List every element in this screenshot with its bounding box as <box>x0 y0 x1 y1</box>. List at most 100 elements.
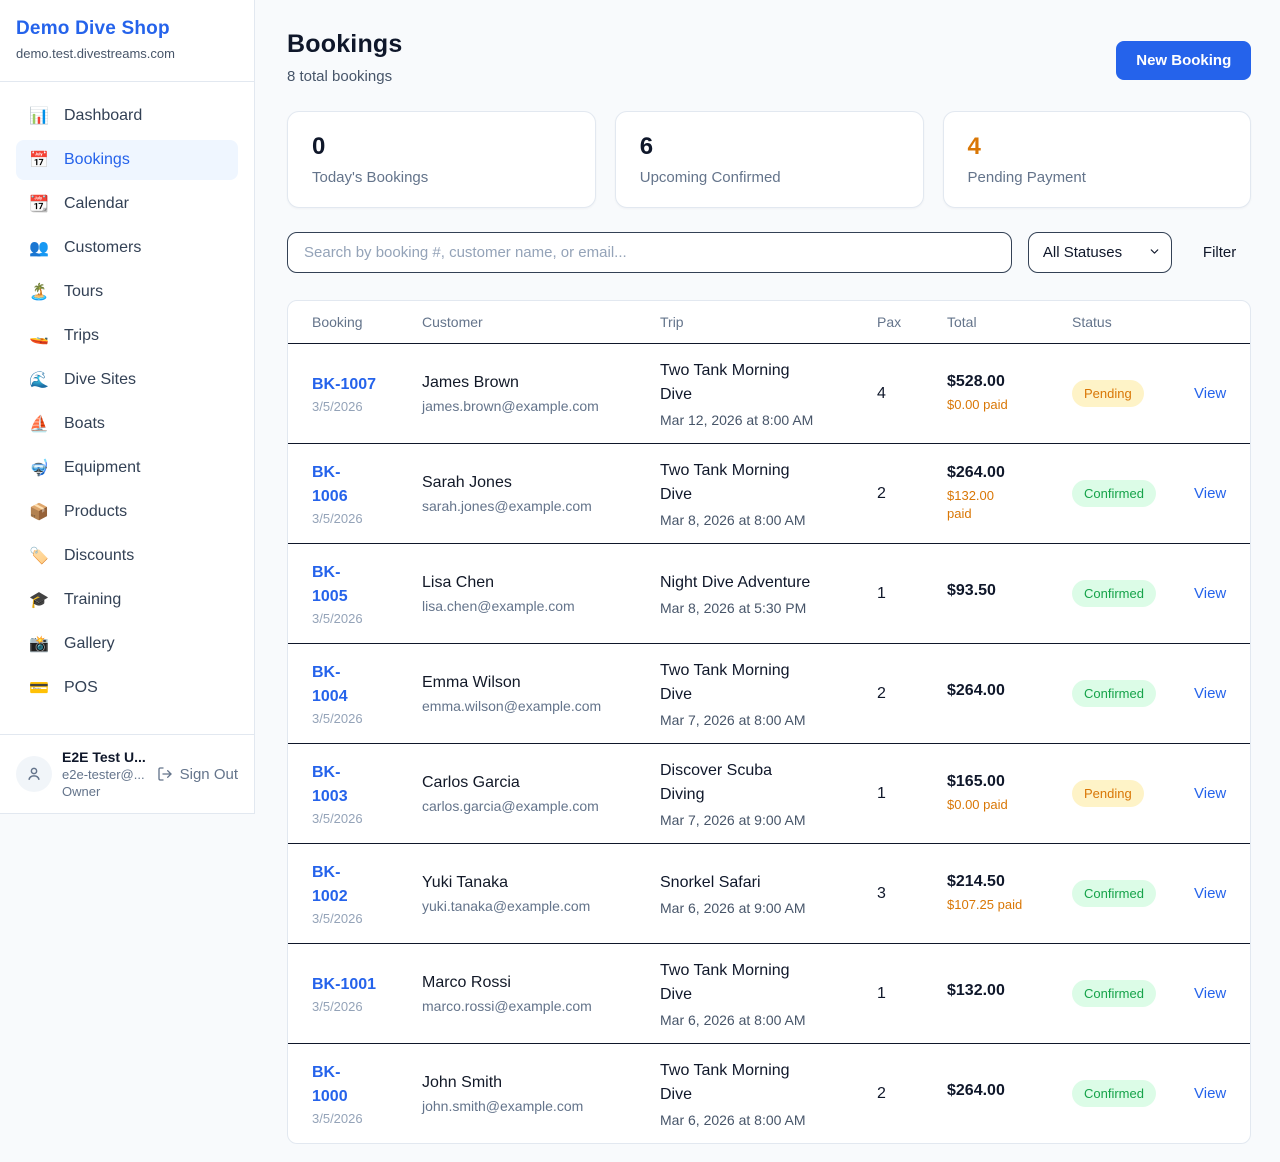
status-badge: Confirmed <box>1072 880 1156 907</box>
trip-name: Two Tank MorningDive <box>660 459 877 507</box>
search-input[interactable] <box>287 232 1012 273</box>
bar-chart-icon: 📊 <box>28 106 50 126</box>
filter-button[interactable]: Filter <box>1188 244 1251 261</box>
customer-email: james.brown@example.com <box>422 398 660 414</box>
trip-datetime: Mar 6, 2026 at 8:00 AM <box>660 1012 877 1028</box>
trip-name: Two Tank MorningDive <box>660 359 877 407</box>
sidebar-nav: 📊 Dashboard 📅 Bookings 📆 Calendar 👥 Cust… <box>0 82 254 722</box>
user-email: e2e-tester@... <box>62 767 147 782</box>
status-badge: Pending <box>1072 380 1144 407</box>
sidebar: Demo Dive Shop demo.test.divestreams.com… <box>0 0 255 814</box>
sidebar-user-section: E2E Test U... e2e-tester@... Owner Sign … <box>0 734 254 813</box>
booking-date: 3/5/2026 <box>312 811 422 826</box>
booking-date: 3/5/2026 <box>312 399 422 414</box>
booking-id-link[interactable]: BK-1002 <box>312 861 422 907</box>
sidebar-item-tours[interactable]: 🏝️ Tours <box>16 272 238 312</box>
sidebar-item-label: Dive Sites <box>64 371 136 389</box>
user-name: E2E Test U... <box>62 749 147 765</box>
trip-datetime: Mar 6, 2026 at 8:00 AM <box>660 1112 877 1128</box>
island-icon: 🏝️ <box>28 282 50 302</box>
trip-name: Discover ScubaDiving <box>660 759 877 807</box>
tag-icon: 🏷️ <box>28 546 50 566</box>
toolbar: All Statuses Filter <box>287 232 1251 273</box>
trip-datetime: Mar 7, 2026 at 9:00 AM <box>660 812 877 828</box>
pax-count: 1 <box>877 985 947 1003</box>
shop-domain: demo.test.divestreams.com <box>16 46 238 61</box>
customer-email: sarah.jones@example.com <box>422 498 660 514</box>
sidebar-header: Demo Dive Shop demo.test.divestreams.com <box>0 0 254 82</box>
trip-name: Night Dive Adventure <box>660 571 877 595</box>
status-filter-select[interactable]: All Statuses <box>1028 232 1172 273</box>
sidebar-item-gallery[interactable]: 📸 Gallery <box>16 624 238 664</box>
new-booking-button[interactable]: New Booking <box>1116 41 1251 80</box>
table-row: BK-1000 3/5/2026 John Smith john.smith@e… <box>288 1043 1250 1143</box>
booking-id-link[interactable]: BK-1005 <box>312 561 422 607</box>
stat-card-upcoming-confirmed: 6 Upcoming Confirmed <box>615 111 924 208</box>
sidebar-item-pos[interactable]: 💳 POS <box>16 668 238 708</box>
view-link[interactable]: View <box>1194 985 1226 1002</box>
view-link[interactable]: View <box>1194 385 1226 402</box>
sidebar-item-training[interactable]: 🎓 Training <box>16 580 238 620</box>
view-link[interactable]: View <box>1194 1085 1226 1102</box>
total-amount: $165.00 <box>947 773 1072 791</box>
sidebar-item-label: Calendar <box>64 195 129 213</box>
status-badge: Confirmed <box>1072 1080 1156 1107</box>
booking-date: 3/5/2026 <box>312 999 422 1014</box>
booking-id-link[interactable]: BK-1007 <box>312 373 422 396</box>
sign-out-button[interactable]: Sign Out <box>157 766 238 783</box>
sidebar-item-customers[interactable]: 👥 Customers <box>16 228 238 268</box>
sidebar-item-label: Tours <box>64 283 103 301</box>
booking-id-link[interactable]: BK-1006 <box>312 461 422 507</box>
total-amount: $264.00 <box>947 1082 1072 1100</box>
total-amount: $528.00 <box>947 373 1072 391</box>
sidebar-item-calendar[interactable]: 📆 Calendar <box>16 184 238 224</box>
trip-name: Two Tank MorningDive <box>660 959 877 1007</box>
table-row: BK-1006 3/5/2026 Sarah Jones sarah.jones… <box>288 443 1250 543</box>
sidebar-item-bookings[interactable]: 📅 Bookings <box>16 140 238 180</box>
col-trip: Trip <box>660 314 877 330</box>
booking-date: 3/5/2026 <box>312 711 422 726</box>
view-link[interactable]: View <box>1194 485 1226 502</box>
stat-label: Today's Bookings <box>312 169 571 186</box>
sidebar-item-label: Customers <box>64 239 141 257</box>
camera-icon: 📸 <box>28 634 50 654</box>
booking-id-link[interactable]: BK-1001 <box>312 973 422 996</box>
customer-name: John Smith <box>422 1074 660 1092</box>
booking-id-link[interactable]: BK-1000 <box>312 1061 422 1107</box>
sidebar-item-trips[interactable]: 🚤 Trips <box>16 316 238 356</box>
view-link[interactable]: View <box>1194 885 1226 902</box>
customer-name: Emma Wilson <box>422 674 660 692</box>
booking-date: 3/5/2026 <box>312 611 422 626</box>
sidebar-item-label: Training <box>64 591 121 609</box>
booking-id-link[interactable]: BK-1004 <box>312 661 422 707</box>
status-badge: Confirmed <box>1072 680 1156 707</box>
total-amount: $214.50 <box>947 873 1072 891</box>
sidebar-item-dashboard[interactable]: 📊 Dashboard <box>16 96 238 136</box>
col-status: Status <box>1072 314 1194 330</box>
customer-name: Lisa Chen <box>422 574 660 592</box>
sidebar-item-boats[interactable]: ⛵ Boats <box>16 404 238 444</box>
paid-amount: $0.00 paid <box>947 796 1072 814</box>
customer-email: carlos.garcia@example.com <box>422 798 660 814</box>
total-amount: $93.50 <box>947 582 1072 600</box>
view-link[interactable]: View <box>1194 785 1226 802</box>
stat-value: 4 <box>968 133 1227 161</box>
sidebar-item-equipment[interactable]: 🤿 Equipment <box>16 448 238 488</box>
shop-name: Demo Dive Shop <box>16 18 238 40</box>
pax-count: 4 <box>877 385 947 403</box>
customer-name: Yuki Tanaka <box>422 874 660 892</box>
paid-amount: $132.00paid <box>947 487 1072 523</box>
sidebar-item-dive-sites[interactable]: 🌊 Dive Sites <box>16 360 238 400</box>
view-link[interactable]: View <box>1194 585 1226 602</box>
booking-id-link[interactable]: BK-1003 <box>312 761 422 807</box>
customer-email: yuki.tanaka@example.com <box>422 898 660 914</box>
dive-mask-icon: 🤿 <box>28 458 50 478</box>
stat-value: 0 <box>312 133 571 161</box>
stat-value: 6 <box>640 133 899 161</box>
trip-name: Snorkel Safari <box>660 871 877 895</box>
table-row: BK-1005 3/5/2026 Lisa Chen lisa.chen@exa… <box>288 543 1250 643</box>
table-row: BK-1004 3/5/2026 Emma Wilson emma.wilson… <box>288 643 1250 743</box>
sidebar-item-products[interactable]: 📦 Products <box>16 492 238 532</box>
view-link[interactable]: View <box>1194 685 1226 702</box>
sidebar-item-discounts[interactable]: 🏷️ Discounts <box>16 536 238 576</box>
